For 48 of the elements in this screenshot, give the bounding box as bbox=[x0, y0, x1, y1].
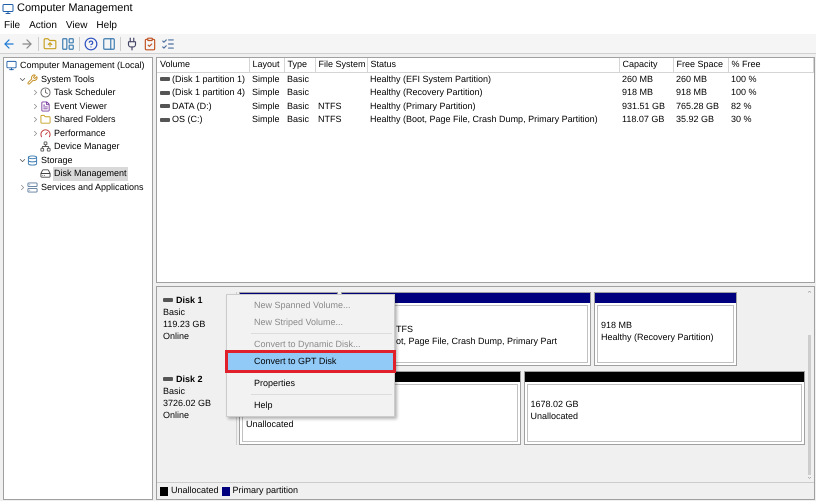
table-cell: Basic bbox=[287, 100, 310, 110]
partition-text: Unallocated bbox=[246, 418, 295, 430]
legend-label: Primary partition bbox=[232, 484, 298, 498]
table-cell: 118.07 GB bbox=[622, 114, 664, 124]
table-cell: Basic bbox=[287, 87, 310, 97]
table-cell: 30 % bbox=[731, 114, 752, 124]
table-cell: NTFS bbox=[318, 100, 342, 110]
table-cell: Simple bbox=[252, 74, 280, 84]
partition-text: 918 MB bbox=[601, 319, 634, 331]
table-cell: Basic bbox=[287, 74, 310, 84]
table-cell: Healthy (Boot, Page File, Crash Dump, Primary Partition) bbox=[370, 114, 598, 124]
table-cell: 260 MB bbox=[622, 74, 654, 84]
table-cell: 100 % bbox=[731, 87, 757, 97]
table-cell: Basic bbox=[287, 114, 310, 124]
table-cell: 931.51 GB bbox=[622, 100, 666, 110]
table-cell: Healthy (Primary Partition) bbox=[370, 100, 476, 110]
disk-type: Basic bbox=[163, 306, 186, 318]
table-cell: 918 MB bbox=[676, 87, 708, 97]
table-cell-text: OS (C:) bbox=[172, 113, 202, 126]
disk-size: 119.23 GB bbox=[163, 318, 206, 330]
table-cell-text: (Disk 1 partition 4) bbox=[172, 86, 246, 99]
table-cell: Healthy (EFI System Partition) bbox=[370, 74, 492, 84]
partition-text: 1678.02 GB bbox=[530, 398, 580, 410]
table-cell: NTFS bbox=[318, 114, 342, 124]
table-cell: Simple bbox=[252, 114, 280, 124]
table-cell: Simple bbox=[252, 87, 280, 97]
disk-size: 3726.02 GB bbox=[163, 397, 212, 409]
partition-text: Unallocated bbox=[530, 410, 580, 422]
disk-status: Online bbox=[163, 409, 190, 421]
disk-name: Disk 1 bbox=[176, 294, 203, 306]
window-title: Computer Management bbox=[17, 1, 133, 16]
table-cell: 82 % bbox=[731, 100, 752, 110]
table-cell: 100 % bbox=[731, 74, 757, 84]
table-cell: Simple bbox=[252, 100, 280, 110]
table-cell: DATA (D:) bbox=[172, 100, 212, 113]
table-cell: (Disk 1 partition 1) bbox=[172, 72, 246, 86]
table-cell: 765.28 GB bbox=[676, 100, 720, 110]
table-cell: 35.92 GB bbox=[676, 114, 714, 124]
legend-label: Unallocated bbox=[171, 484, 219, 498]
table-cell: Healthy (Recovery Partition) bbox=[370, 87, 483, 97]
disk-status: Online bbox=[163, 330, 190, 342]
partition-text: ot, Page File, Crash Dump, Primary Part bbox=[396, 335, 558, 347]
table-cell: 918 MB bbox=[622, 87, 654, 97]
partition-text: Healthy (Recovery Partition) bbox=[601, 331, 715, 343]
disk-type: Basic bbox=[163, 385, 186, 397]
disk-name: Disk 2 bbox=[176, 373, 203, 385]
partition-text: TFS bbox=[396, 323, 414, 335]
table-cell: 260 MB bbox=[676, 74, 708, 84]
